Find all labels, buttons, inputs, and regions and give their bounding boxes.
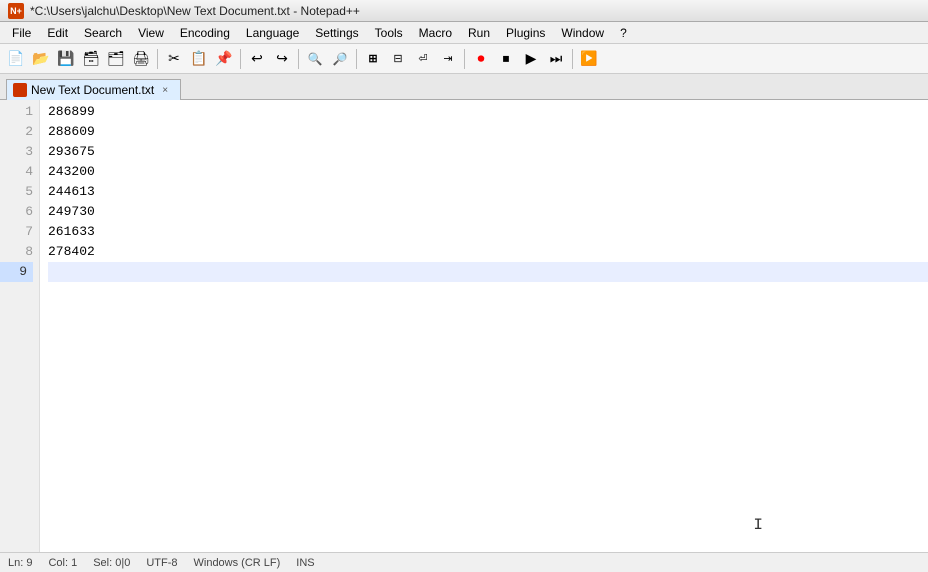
menu-run[interactable]: Run bbox=[460, 24, 498, 42]
toolbar-sep-3 bbox=[298, 49, 299, 69]
menu-search[interactable]: Search bbox=[76, 24, 130, 42]
close-button[interactable]: 🗂 bbox=[104, 47, 128, 71]
window-title: *C:\Users\jalchu\Desktop\New Text Docume… bbox=[30, 4, 360, 18]
run-program-button[interactable]: ▶️ bbox=[577, 47, 601, 71]
paste-button[interactable]: 📌 bbox=[212, 47, 236, 71]
toolbar-sep-1 bbox=[157, 49, 158, 69]
copy-button[interactable]: 📋 bbox=[187, 47, 211, 71]
macro-stop-button[interactable]: ⏹ bbox=[494, 47, 518, 71]
zoom-out-button[interactable]: ⊟ bbox=[386, 47, 410, 71]
status-encoding: UTF-8 bbox=[146, 557, 177, 569]
toolbar-sep-5 bbox=[464, 49, 465, 69]
tab-document[interactable]: New Text Document.txt × bbox=[6, 79, 181, 100]
code-line-2: 288609 bbox=[48, 122, 928, 142]
code-line-5: 244613 bbox=[48, 182, 928, 202]
save-button[interactable]: 💾 bbox=[54, 47, 78, 71]
code-line-3: 293675 bbox=[48, 142, 928, 162]
menu-window[interactable]: Window bbox=[553, 24, 612, 42]
macro-next-button[interactable]: ⏭ bbox=[544, 47, 568, 71]
line-num-1: 1 bbox=[25, 102, 33, 122]
line-num-7: 7 bbox=[25, 222, 33, 242]
menu-edit[interactable]: Edit bbox=[39, 24, 76, 42]
line-num-5: 5 bbox=[25, 182, 33, 202]
tab-bar: New Text Document.txt × bbox=[0, 74, 928, 100]
cut-button[interactable]: ✂ bbox=[162, 47, 186, 71]
open-button[interactable]: 📂 bbox=[29, 47, 53, 71]
status-sel: Sel: 0|0 bbox=[93, 557, 130, 569]
menu-tools[interactable]: Tools bbox=[367, 24, 411, 42]
code-area[interactable]: 286899 288609 293675 243200 244613 24973… bbox=[40, 100, 928, 552]
find-replace-button[interactable]: 🔎 bbox=[328, 47, 352, 71]
new-button[interactable]: 📄 bbox=[4, 47, 28, 71]
menu-file[interactable]: File bbox=[4, 24, 39, 42]
status-col: Col: 1 bbox=[48, 557, 77, 569]
toolbar-sep-6 bbox=[572, 49, 573, 69]
line-numbers: 1 2 3 4 5 6 7 8 9 bbox=[0, 100, 40, 552]
status-bar: Ln: 9 Col: 1 Sel: 0|0 UTF-8 Windows (CR … bbox=[0, 552, 928, 572]
code-line-9 bbox=[48, 262, 928, 282]
zoom-in-button[interactable]: ⊞ bbox=[361, 47, 385, 71]
line-num-3: 3 bbox=[25, 142, 33, 162]
code-line-7: 261633 bbox=[48, 222, 928, 242]
code-line-8: 278402 bbox=[48, 242, 928, 262]
editor-area[interactable]: 1 2 3 4 5 6 7 8 9 286899 288609 293675 2… bbox=[0, 100, 928, 552]
macro-play-button[interactable]: ▶ bbox=[519, 47, 543, 71]
status-ln: Ln: 9 bbox=[8, 557, 32, 569]
macro-rec-button[interactable]: ⏺ bbox=[469, 47, 493, 71]
menu-plugins[interactable]: Plugins bbox=[498, 24, 553, 42]
indent-button[interactable]: ⇥ bbox=[436, 47, 460, 71]
save-all-button[interactable]: 🗃 bbox=[79, 47, 103, 71]
line-num-4: 4 bbox=[25, 162, 33, 182]
find-button[interactable]: 🔍 bbox=[303, 47, 327, 71]
menu-view[interactable]: View bbox=[130, 24, 172, 42]
menu-encoding[interactable]: Encoding bbox=[172, 24, 238, 42]
toolbar-sep-4 bbox=[356, 49, 357, 69]
undo-button[interactable]: ↩ bbox=[245, 47, 269, 71]
tab-file-icon bbox=[13, 83, 27, 97]
title-bar: N+ *C:\Users\jalchu\Desktop\New Text Doc… bbox=[0, 0, 928, 22]
line-num-8: 8 bbox=[25, 242, 33, 262]
line-num-9: 9 bbox=[0, 262, 33, 282]
tab-filename: New Text Document.txt bbox=[31, 83, 154, 97]
line-num-6: 6 bbox=[25, 202, 33, 222]
menu-help[interactable]: ? bbox=[612, 24, 635, 42]
line-num-2: 2 bbox=[25, 122, 33, 142]
redo-button[interactable]: ↪ bbox=[270, 47, 294, 71]
status-eol: Windows (CR LF) bbox=[194, 557, 281, 569]
code-line-6: 249730 bbox=[48, 202, 928, 222]
tab-close-button[interactable]: × bbox=[158, 83, 172, 97]
wrap-button[interactable]: ⏎ bbox=[411, 47, 435, 71]
menu-macro[interactable]: Macro bbox=[411, 24, 460, 42]
toolbar-sep-2 bbox=[240, 49, 241, 69]
toolbar: 📄 📂 💾 🗃 🗂 🖨 ✂ 📋 📌 ↩ ↪ 🔍 🔎 ⊞ ⊟ ⏎ ⇥ ⏺ ⏹ ▶ … bbox=[0, 44, 928, 74]
status-ins: INS bbox=[296, 557, 314, 569]
app-icon: N+ bbox=[8, 3, 24, 19]
menu-settings[interactable]: Settings bbox=[307, 24, 366, 42]
code-line-1: 286899 bbox=[48, 102, 928, 122]
print-button[interactable]: 🖨 bbox=[129, 47, 153, 71]
code-line-4: 243200 bbox=[48, 162, 928, 182]
menu-language[interactable]: Language bbox=[238, 24, 307, 42]
menu-bar: File Edit Search View Encoding Language … bbox=[0, 22, 928, 44]
